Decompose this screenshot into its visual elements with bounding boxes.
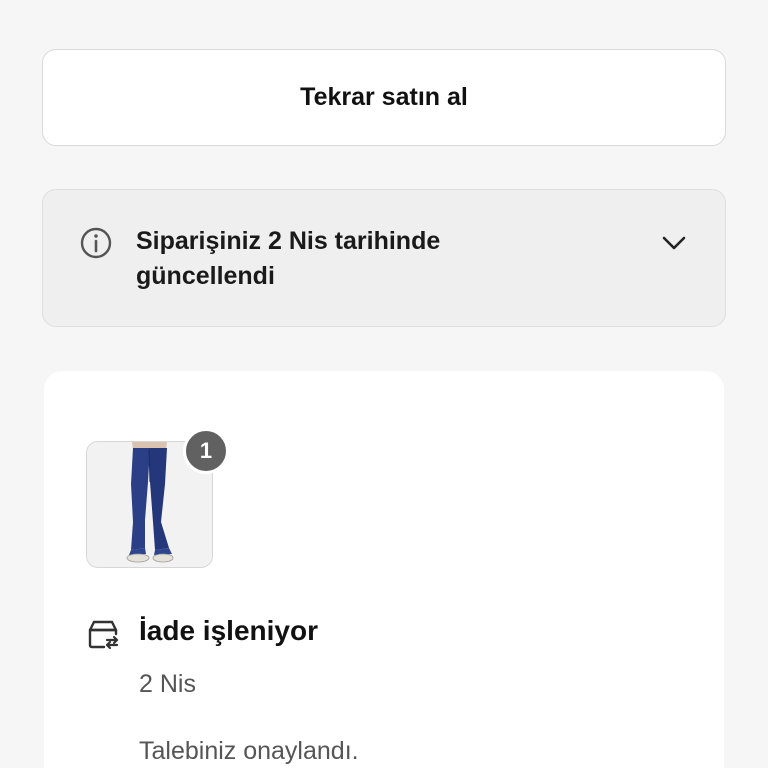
return-status-date: 2 Nis [139, 670, 196, 698]
order-update-message: Siparişiniz 2 Nis tarihinde güncellendi [136, 227, 441, 290]
order-item-card: 1 İade işleniyor 2 Nis Talebiniz onaylan… [44, 371, 724, 768]
chevron-down-icon[interactable] [659, 230, 689, 256]
return-box-icon [88, 620, 119, 650]
buy-again-button[interactable]: Tekrar satın al [42, 49, 726, 146]
return-status-title: İade işleniyor [139, 615, 318, 646]
order-update-banner[interactable]: Siparişiniz 2 Nis tarihinde güncellendi [42, 189, 726, 327]
order-detail-page: Tekrar satın al Siparişiniz 2 Nis tarihi… [0, 0, 768, 768]
quantity-badge: 1 [183, 428, 229, 474]
info-icon [80, 227, 112, 259]
return-status-message: Talebiniz onaylandı. [139, 737, 359, 765]
